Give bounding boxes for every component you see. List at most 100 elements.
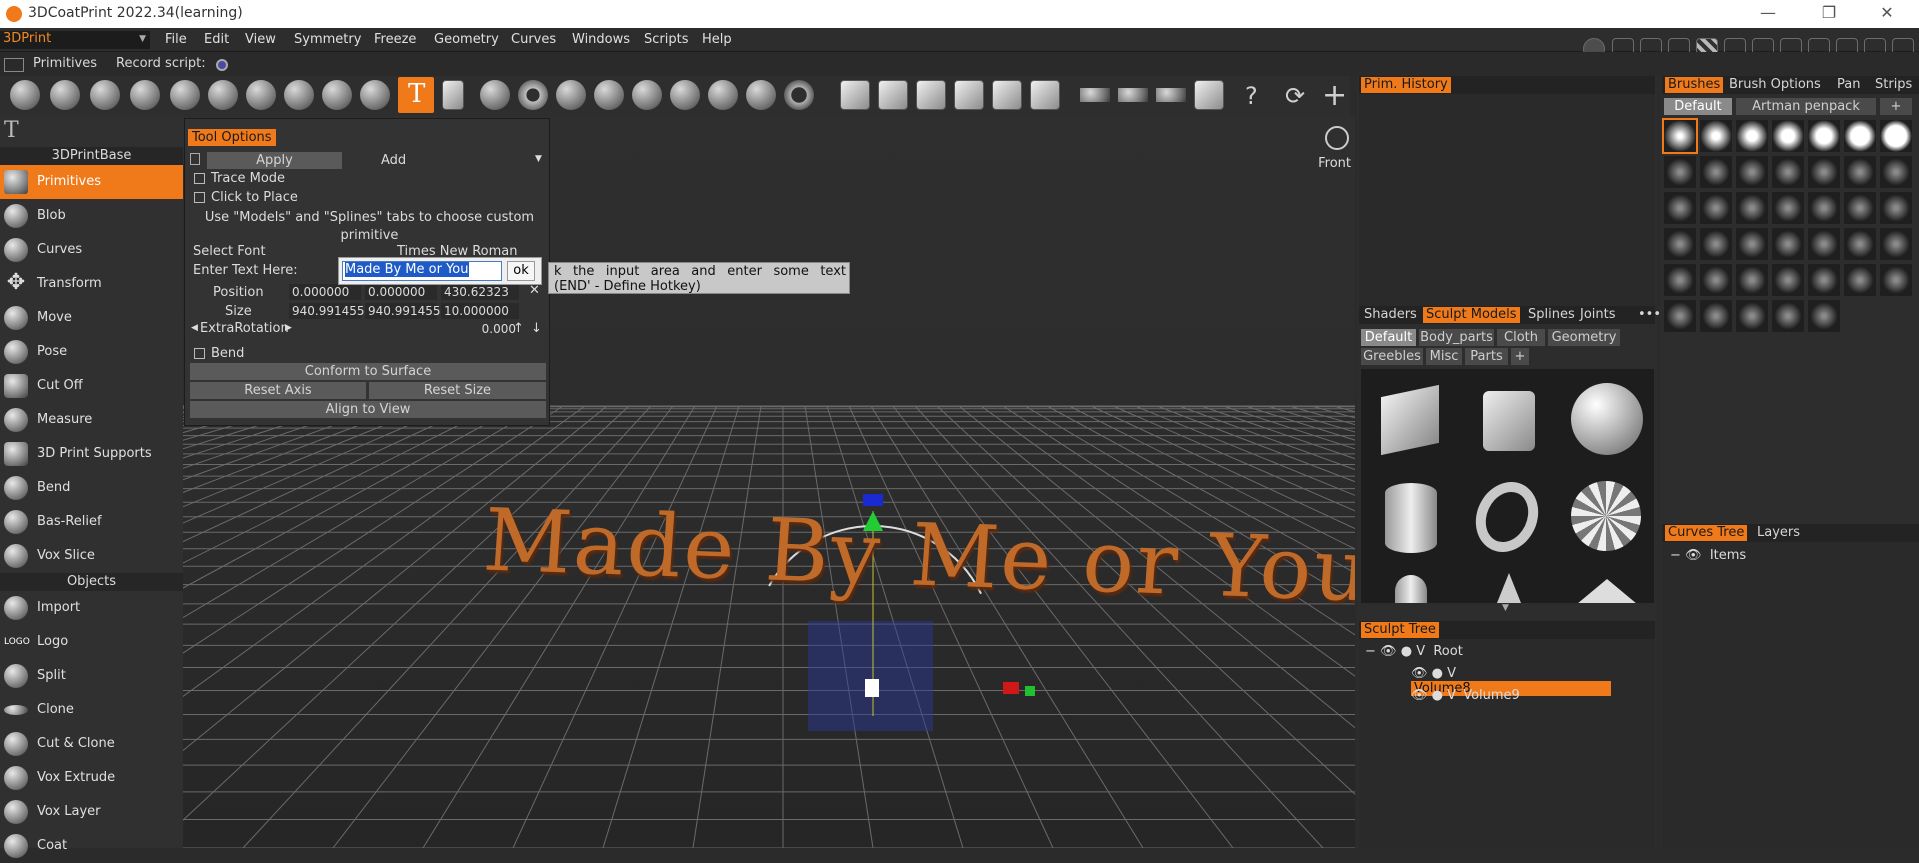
brush-alpha[interactable]	[1700, 120, 1732, 152]
ghost-icon[interactable]: ●	[1401, 644, 1412, 659]
brush-alpha[interactable]	[1808, 192, 1840, 224]
menu-symmetry[interactable]: Symmetry	[294, 32, 361, 47]
tab-pan[interactable]: Pan	[1834, 77, 1863, 93]
record-button[interactable]	[216, 59, 228, 71]
add-icon[interactable]: +	[1322, 78, 1347, 113]
ghost-icon[interactable]: ●	[1432, 666, 1443, 681]
tab-brush-options[interactable]: Brush Options	[1726, 77, 1824, 93]
add-brushset-button[interactable]: +	[1880, 98, 1912, 115]
close-button[interactable]: ✕	[1872, 3, 1902, 22]
restore-button[interactable]: ❐	[1814, 3, 1844, 22]
ellipse-primitive-icon[interactable]	[90, 80, 120, 110]
brush-alpha[interactable]	[1700, 264, 1732, 296]
tool-vox-slice[interactable]: Vox Slice	[0, 539, 183, 573]
arrow-right-icon[interactable]: ▶	[285, 323, 292, 333]
category-cloth[interactable]: Cloth	[1497, 329, 1545, 346]
tab-strips[interactable]: Strips	[1872, 77, 1915, 93]
model-pyramid[interactable]	[1557, 565, 1654, 603]
size-x-field[interactable]: 940.991455	[289, 303, 365, 319]
ok-button[interactable]: ok	[507, 261, 535, 281]
plane2-icon[interactable]	[1118, 88, 1148, 102]
brush-alpha[interactable]	[1664, 228, 1696, 260]
arrow-left-icon[interactable]: ◀	[191, 323, 198, 333]
tool-coat[interactable]: Coat	[0, 829, 183, 863]
menu-geometry[interactable]: Geometry	[434, 32, 499, 47]
tree-row[interactable]: − 👁 ● V Root	[1365, 644, 1463, 659]
tab-joints[interactable]: Joints	[1577, 307, 1619, 323]
reset-position-icon[interactable]: ✕	[529, 283, 540, 298]
brush-alpha[interactable]	[1772, 120, 1804, 152]
tool-vox-layer[interactable]: Vox Layer	[0, 795, 183, 829]
brush-alpha[interactable]	[1880, 120, 1912, 152]
tool-blob[interactable]: Blob	[0, 199, 183, 233]
brush-alpha[interactable]	[1844, 228, 1876, 260]
text-input[interactable]: Made By Me or You	[342, 261, 502, 281]
eye-icon[interactable]: 👁	[1380, 644, 1397, 659]
category-parts[interactable]: Parts	[1465, 348, 1508, 365]
brush-alpha[interactable]	[1808, 228, 1840, 260]
brush-alpha[interactable]	[1880, 192, 1912, 224]
tool-3d-print-supports[interactable]: 3D Print Supports	[0, 437, 183, 471]
tool-options-tab[interactable]: Tool Options	[188, 129, 276, 146]
ngon-primitive-icon[interactable]	[284, 80, 314, 110]
brush-alpha[interactable]	[1772, 156, 1804, 188]
size-y-field[interactable]: 940.991455	[365, 303, 441, 319]
tab-prim-history[interactable]: Prim. History	[1361, 77, 1451, 93]
tool-bend[interactable]: Bend	[0, 471, 183, 505]
add-category-button[interactable]: +	[1511, 348, 1529, 365]
room-selector[interactable]: 3DPrint ▼	[0, 31, 150, 49]
text-primitive-button[interactable]: T	[398, 77, 434, 113]
tab-curves-tree[interactable]: Curves Tree	[1665, 525, 1748, 541]
tree-row[interactable]: 👁 ● V Volume9	[1411, 688, 1520, 703]
brush-alpha[interactable]	[1844, 120, 1876, 152]
brush-alpha[interactable]	[1736, 264, 1768, 296]
tool-pose[interactable]: Pose	[0, 335, 183, 369]
model-cone[interactable]	[1459, 565, 1557, 603]
category-greebles[interactable]: Greebles	[1361, 348, 1423, 365]
minimize-button[interactable]: —	[1753, 3, 1783, 22]
ghost-icon[interactable]: ●	[1432, 688, 1443, 703]
brushset-artman[interactable]: Artman penpack	[1736, 98, 1876, 115]
position-y-field[interactable]: 0.000000	[365, 284, 437, 300]
tool-logo[interactable]: LOGO Logo	[0, 625, 183, 659]
tab-sculpt-models[interactable]: Sculpt Models	[1423, 307, 1520, 323]
brush-alpha[interactable]	[1736, 156, 1768, 188]
conform-to-surface-button[interactable]: Conform to Surface	[190, 363, 546, 380]
spiral-primitive-icon[interactable]	[480, 80, 510, 110]
position-z-field[interactable]: 430.62323	[441, 284, 519, 300]
box-intersect-icon[interactable]	[916, 80, 946, 110]
collapse-icon[interactable]: −	[1365, 644, 1376, 659]
camera-icon[interactable]	[1325, 126, 1349, 150]
apply-button[interactable]: Apply	[207, 152, 342, 169]
gear-primitive-icon[interactable]	[322, 80, 352, 110]
brush-alpha[interactable]	[1662, 118, 1698, 154]
brush-alpha[interactable]	[1808, 156, 1840, 188]
model-torus[interactable]	[1459, 467, 1557, 565]
reset-axis-button[interactable]: Reset Axis	[190, 382, 366, 399]
bolt-primitive-icon[interactable]	[594, 80, 624, 110]
brushset-default[interactable]: Default	[1664, 98, 1732, 115]
cylinder-primitive-icon[interactable]	[130, 80, 160, 110]
copy-icon[interactable]	[190, 153, 200, 165]
brush-alpha[interactable]	[1808, 120, 1840, 152]
brush-alpha[interactable]	[1664, 300, 1696, 332]
tab-splines[interactable]: Splines	[1525, 307, 1578, 323]
brush-alpha[interactable]	[1772, 264, 1804, 296]
tool-import[interactable]: Import	[0, 591, 183, 625]
plane-icon[interactable]	[1080, 88, 1110, 102]
brush-alpha[interactable]	[1700, 228, 1732, 260]
model-capsule[interactable]	[1361, 565, 1459, 603]
position-x-field[interactable]: 0.000000	[289, 284, 361, 300]
category-geometry[interactable]: Geometry	[1548, 329, 1620, 346]
brush-alpha[interactable]	[1664, 156, 1696, 188]
box-boolean-icon[interactable]	[840, 80, 870, 110]
tab-layers[interactable]: Layers	[1754, 525, 1803, 541]
trace-mode-checkbox[interactable]	[194, 173, 205, 184]
tool-clone[interactable]: Clone	[0, 693, 183, 727]
menu-view[interactable]: View	[245, 32, 276, 47]
capsule-primitive-icon[interactable]	[208, 80, 238, 110]
menu-help[interactable]: Help	[702, 32, 732, 47]
eye-icon[interactable]: 👁	[1411, 666, 1428, 681]
tab-sculpt-tree[interactable]: Sculpt Tree	[1361, 622, 1439, 638]
scroll-down-icon[interactable]: ▼	[1502, 603, 1509, 613]
